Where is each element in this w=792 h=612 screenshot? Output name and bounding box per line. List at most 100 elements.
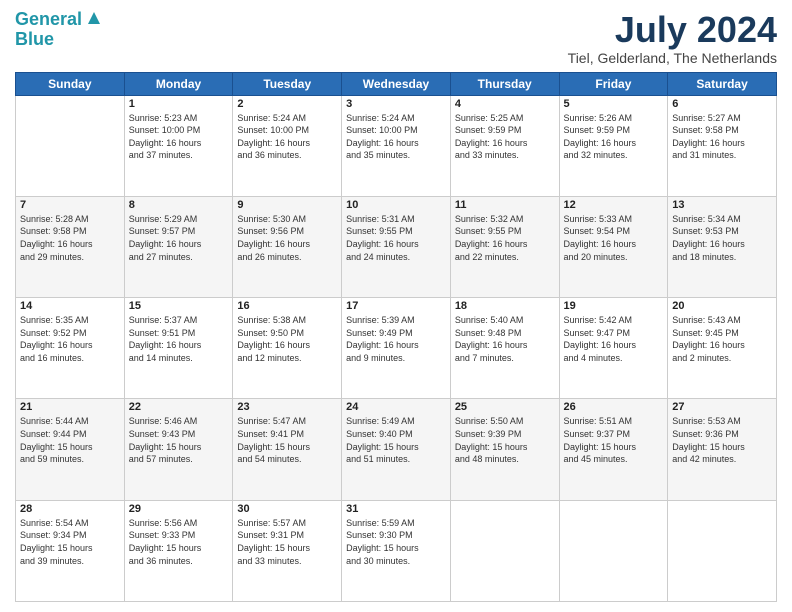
day-info: Sunrise: 5:51 AMSunset: 9:37 PMDaylight:…	[564, 415, 664, 465]
day-info: Sunrise: 5:54 AMSunset: 9:34 PMDaylight:…	[20, 517, 120, 567]
calendar-cell: 17 Sunrise: 5:39 AMSunset: 9:49 PMDayligh…	[342, 298, 451, 399]
day-number: 9	[237, 199, 337, 211]
day-info: Sunrise: 5:42 AMSunset: 9:47 PMDaylight:…	[564, 314, 664, 364]
day-info: Sunrise: 5:38 AMSunset: 9:50 PMDaylight:…	[237, 314, 337, 364]
calendar-cell: 7Sunrise: 5:28 AMSunset: 9:58 PMDaylight…	[16, 196, 125, 297]
calendar-cell: 29Sunrise: 5:56 AMSunset: 9:33 PMDayligh…	[124, 500, 233, 601]
day-number: 13	[672, 199, 772, 211]
day-info: Sunrise: 5:31 AMSunset: 9:55 PMDaylight:…	[346, 213, 446, 263]
day-info: Sunrise: 5:23 AMSunset: 10:00 PMDaylight…	[129, 112, 229, 162]
day-number: 20	[672, 300, 772, 312]
day-number: 8	[129, 199, 229, 211]
day-number: 30	[237, 503, 337, 515]
week-row-2: 7Sunrise: 5:28 AMSunset: 9:58 PMDaylight…	[16, 196, 777, 297]
day-number: 22	[129, 401, 229, 413]
calendar-cell: 9 Sunrise: 5:30 AMSunset: 9:56 PMDaylight…	[233, 196, 342, 297]
calendar-cell: 16Sunrise: 5:38 AMSunset: 9:50 PMDayligh…	[233, 298, 342, 399]
day-number: 28	[20, 503, 120, 515]
day-number: 2	[237, 98, 337, 110]
day-info: Sunrise: 5:44 AMSunset: 9:44 PMDaylight:…	[20, 415, 120, 465]
logo-text: General	[15, 10, 82, 30]
day-info: Sunrise: 5:33 AMSunset: 9:54 PMDaylight:…	[564, 213, 664, 263]
day-header-sunday: Sunday	[16, 72, 125, 95]
day-info: Sunrise: 5:57 AMSunset: 9:31 PMDaylight:…	[237, 517, 337, 567]
calendar-cell: 12 Sunrise: 5:33 AMSunset: 9:54 PMDayligh…	[559, 196, 668, 297]
calendar-cell: 19 Sunrise: 5:42 AMSunset: 9:47 PMDayligh…	[559, 298, 668, 399]
calendar-cell: 26 Sunrise: 5:51 AMSunset: 9:37 PMDayligh…	[559, 399, 668, 500]
day-number: 12	[564, 199, 664, 211]
day-number: 1	[129, 98, 229, 110]
calendar-cell: 28 Sunrise: 5:54 AMSunset: 9:34 PMDayligh…	[16, 500, 125, 601]
day-number: 11	[455, 199, 555, 211]
day-number: 10	[346, 199, 446, 211]
days-header-row: SundayMondayTuesdayWednesdayThursdayFrid…	[16, 72, 777, 95]
day-info: Sunrise: 5:50 AMSunset: 9:39 PMDaylight:…	[455, 415, 555, 465]
day-header-wednesday: Wednesday	[342, 72, 451, 95]
day-number: 14	[20, 300, 120, 312]
day-number: 5	[564, 98, 664, 110]
month-title: July 2024	[568, 10, 777, 50]
calendar-cell	[559, 500, 668, 601]
day-info: Sunrise: 5:27 AMSunset: 9:58 PMDaylight:…	[672, 112, 772, 162]
location: Tiel, Gelderland, The Netherlands	[568, 50, 777, 66]
calendar-cell: 25 Sunrise: 5:50 AMSunset: 9:39 PMDayligh…	[450, 399, 559, 500]
logo-arrow-icon	[84, 8, 104, 28]
day-info: Sunrise: 5:47 AMSunset: 9:41 PMDaylight:…	[237, 415, 337, 465]
day-number: 17	[346, 300, 446, 312]
day-number: 6	[672, 98, 772, 110]
day-info: Sunrise: 5:30 AMSunset: 9:56 PMDaylight:…	[237, 213, 337, 263]
calendar-cell	[16, 95, 125, 196]
day-header-saturday: Saturday	[668, 72, 777, 95]
calendar-cell: 22 Sunrise: 5:46 AMSunset: 9:43 PMDayligh…	[124, 399, 233, 500]
calendar-cell: 3Sunrise: 5:24 AMSunset: 10:00 PMDayligh…	[342, 95, 451, 196]
day-info: Sunrise: 5:28 AMSunset: 9:58 PMDaylight:…	[20, 213, 120, 263]
calendar-cell: 20 Sunrise: 5:43 AMSunset: 9:45 PMDayligh…	[668, 298, 777, 399]
calendar-cell: 21 Sunrise: 5:44 AMSunset: 9:44 PMDayligh…	[16, 399, 125, 500]
logo-blue-text: Blue	[15, 30, 54, 50]
calendar-cell: 31Sunrise: 5:59 AMSunset: 9:30 PMDayligh…	[342, 500, 451, 601]
calendar-cell: 2 Sunrise: 5:24 AMSunset: 10:00 PMDayligh…	[233, 95, 342, 196]
calendar-cell	[450, 500, 559, 601]
day-number: 15	[129, 300, 229, 312]
day-number: 26	[564, 401, 664, 413]
calendar-cell: 14 Sunrise: 5:35 AMSunset: 9:52 PMDayligh…	[16, 298, 125, 399]
header: General Blue July 2024 Tiel, Gelderland,…	[15, 10, 777, 66]
calendar-cell: 24 Sunrise: 5:49 AMSunset: 9:40 PMDayligh…	[342, 399, 451, 500]
day-info: Sunrise: 5:49 AMSunset: 9:40 PMDaylight:…	[346, 415, 446, 465]
week-row-1: 1 Sunrise: 5:23 AMSunset: 10:00 PMDayligh…	[16, 95, 777, 196]
day-number: 25	[455, 401, 555, 413]
day-number: 24	[346, 401, 446, 413]
calendar-cell: 23Sunrise: 5:47 AMSunset: 9:41 PMDayligh…	[233, 399, 342, 500]
calendar-cell: 13 Sunrise: 5:34 AMSunset: 9:53 PMDayligh…	[668, 196, 777, 297]
day-info: Sunrise: 5:32 AMSunset: 9:55 PMDaylight:…	[455, 213, 555, 263]
day-number: 21	[20, 401, 120, 413]
week-row-5: 28 Sunrise: 5:54 AMSunset: 9:34 PMDayligh…	[16, 500, 777, 601]
title-section: July 2024 Tiel, Gelderland, The Netherla…	[568, 10, 777, 66]
calendar-cell: 30 Sunrise: 5:57 AMSunset: 9:31 PMDayligh…	[233, 500, 342, 601]
day-header-monday: Monday	[124, 72, 233, 95]
calendar-table: SundayMondayTuesdayWednesdayThursdayFrid…	[15, 72, 777, 602]
day-number: 29	[129, 503, 229, 515]
day-info: Sunrise: 5:29 AMSunset: 9:57 PMDaylight:…	[129, 213, 229, 263]
logo: General Blue	[15, 10, 104, 50]
calendar-cell: 1 Sunrise: 5:23 AMSunset: 10:00 PMDayligh…	[124, 95, 233, 196]
page: General Blue July 2024 Tiel, Gelderland,…	[0, 0, 792, 612]
calendar-cell: 4Sunrise: 5:25 AMSunset: 9:59 PMDaylight…	[450, 95, 559, 196]
calendar-cell: 15 Sunrise: 5:37 AMSunset: 9:51 PMDayligh…	[124, 298, 233, 399]
day-info: Sunrise: 5:24 AMSunset: 10:00 PMDaylight…	[237, 112, 337, 162]
day-number: 19	[564, 300, 664, 312]
day-info: Sunrise: 5:39 AMSunset: 9:49 PMDaylight:…	[346, 314, 446, 364]
day-header-thursday: Thursday	[450, 72, 559, 95]
day-header-friday: Friday	[559, 72, 668, 95]
day-info: Sunrise: 5:26 AMSunset: 9:59 PMDaylight:…	[564, 112, 664, 162]
day-info: Sunrise: 5:24 AMSunset: 10:00 PMDaylight…	[346, 112, 446, 162]
day-info: Sunrise: 5:43 AMSunset: 9:45 PMDaylight:…	[672, 314, 772, 364]
day-info: Sunrise: 5:53 AMSunset: 9:36 PMDaylight:…	[672, 415, 772, 465]
calendar-cell: 5 Sunrise: 5:26 AMSunset: 9:59 PMDaylight…	[559, 95, 668, 196]
day-number: 4	[455, 98, 555, 110]
day-info: Sunrise: 5:46 AMSunset: 9:43 PMDaylight:…	[129, 415, 229, 465]
day-info: Sunrise: 5:34 AMSunset: 9:53 PMDaylight:…	[672, 213, 772, 263]
day-info: Sunrise: 5:35 AMSunset: 9:52 PMDaylight:…	[20, 314, 120, 364]
day-info: Sunrise: 5:37 AMSunset: 9:51 PMDaylight:…	[129, 314, 229, 364]
calendar-cell: 10 Sunrise: 5:31 AMSunset: 9:55 PMDayligh…	[342, 196, 451, 297]
